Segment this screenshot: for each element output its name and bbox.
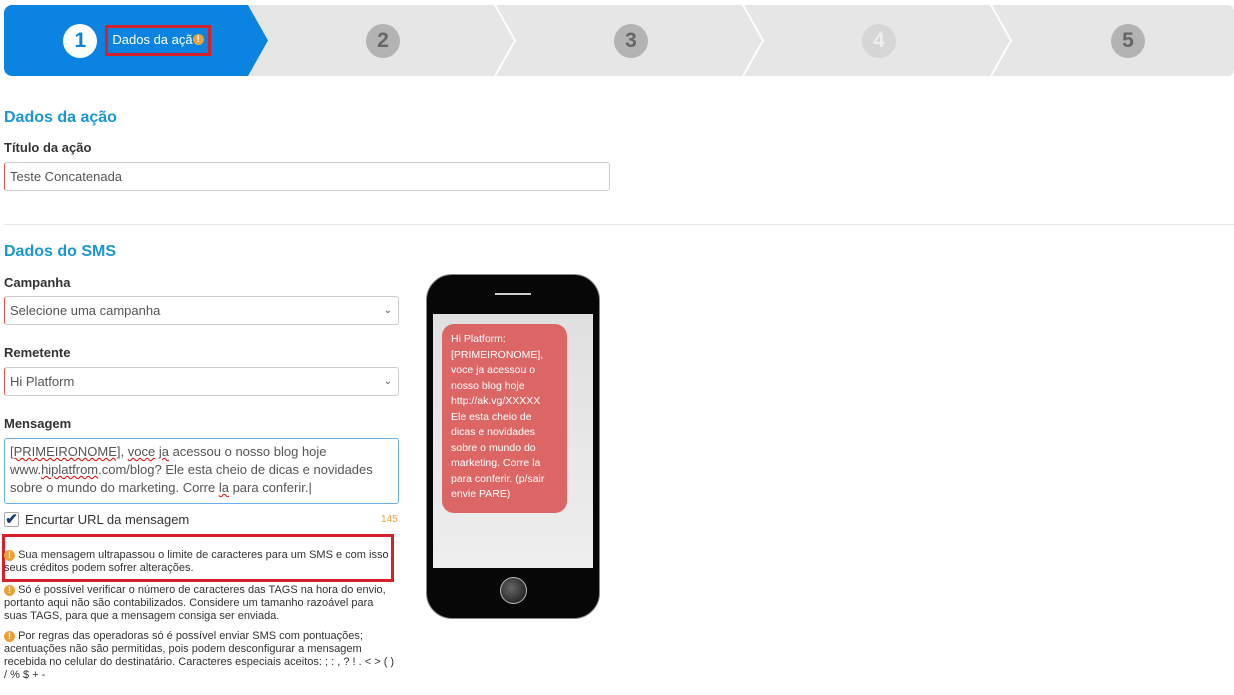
sms-bubble: Hi Platform: [PRIMEIRONOME], voce ja ace… [442, 324, 567, 513]
warning-note: ! Sua mensagem ultrapassou o limite de c… [4, 549, 389, 574]
wizard-step-2[interactable]: 2 [248, 5, 514, 76]
campaign-select[interactable]: Selecione uma campanha ⌄ [4, 296, 399, 325]
wizard-step-5[interactable]: 5 [992, 5, 1234, 76]
chevron-down-icon: ⌄ [383, 305, 392, 316]
phone-screen: Hi Platform: [PRIMEIRONOME], voce ja ace… [433, 314, 593, 568]
chevron-down-icon: ⌄ [383, 376, 392, 387]
wizard-step-4: 4 [744, 5, 1010, 76]
step-number: 4 [862, 23, 896, 58]
phone-preview: Hi Platform: [PRIMEIRONOME], voce ja ace… [426, 274, 600, 619]
sender-label: Remetente [4, 345, 71, 360]
divider [4, 224, 1234, 225]
operators-note: ! Por regras das operadoras só é possíve… [4, 630, 395, 681]
sender-value: Hi Platform [10, 374, 75, 389]
shorten-url-checkbox[interactable]: ✔ Encurtar URL da mensagem [4, 512, 189, 527]
wizard-step-1[interactable]: 1 Dados da açã! [4, 5, 268, 76]
char-count: 145 [381, 514, 398, 525]
tags-note: ! Só é possível verificar o número de ca… [4, 584, 386, 622]
step-label-text: Dados da açã [112, 32, 193, 47]
title-input[interactable]: Teste Concatenada [4, 162, 610, 191]
wizard-steps: 5 4 3 2 1 Dados da açã! [4, 5, 1234, 76]
campaign-value: Selecione uma campanha [10, 303, 161, 318]
warning-icon: ! [192, 34, 204, 45]
warning-icon: ! [4, 549, 15, 561]
step-number: 1 [63, 23, 98, 58]
message-label: Mensagem [4, 416, 72, 431]
step-number: 3 [614, 23, 648, 58]
step-number: 5 [1111, 23, 1145, 58]
warning-icon: ! [4, 630, 15, 642]
phone-speaker [495, 293, 531, 295]
section-title-action: Dados da ação [4, 109, 117, 126]
step-label: Dados da açã! [105, 25, 211, 56]
home-button-icon [500, 577, 527, 604]
warning-icon: ! [4, 584, 15, 596]
wizard-step-3[interactable]: 3 [496, 5, 762, 76]
shorten-url-label: Encurtar URL da mensagem [25, 512, 190, 527]
message-textarea[interactable]: [PRIMEIRONOME], voce ja acessou o nosso … [4, 438, 399, 504]
sender-select[interactable]: Hi Platform ⌄ [4, 367, 399, 396]
title-label: Título da ação [4, 140, 92, 155]
section-title-sms: Dados do SMS [4, 243, 117, 260]
checkbox-checked-icon[interactable]: ✔ [4, 512, 19, 527]
step-number: 2 [366, 23, 400, 58]
campaign-label: Campanha [4, 275, 71, 290]
